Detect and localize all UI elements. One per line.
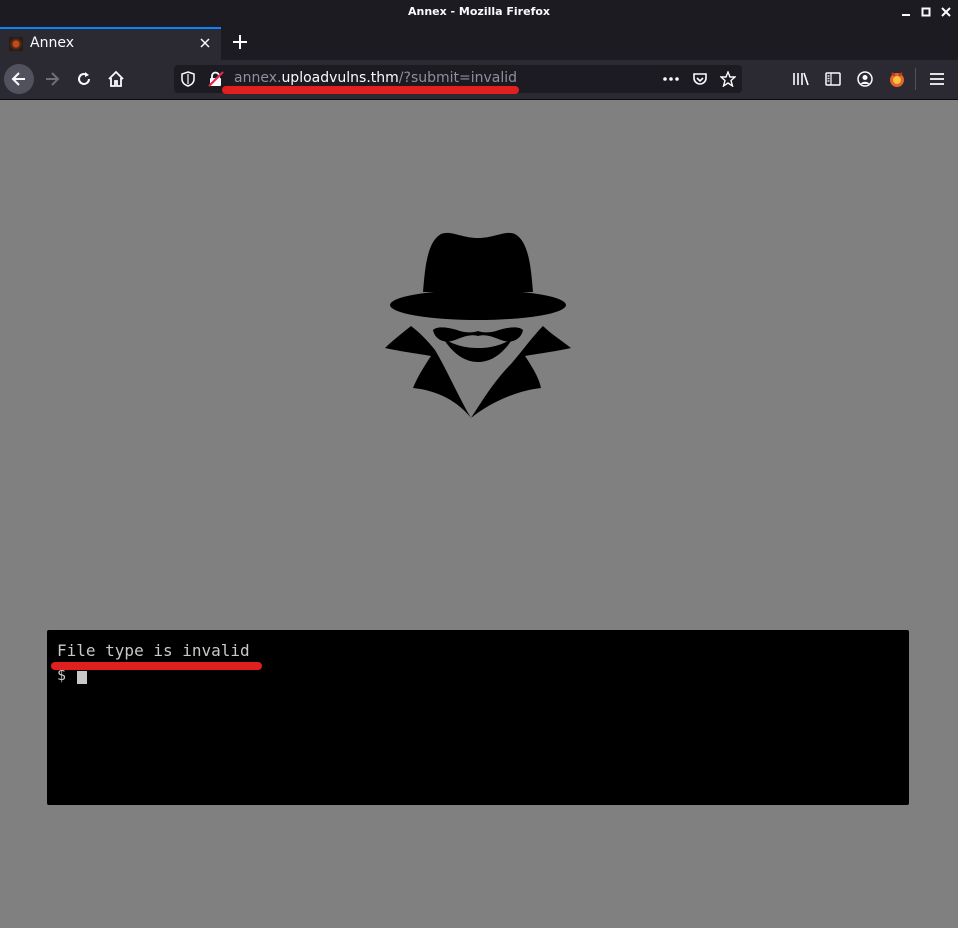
maximize-icon[interactable] [918,4,934,20]
tab-title: Annex [30,35,74,51]
url-path: /?submit=invalid [398,70,518,86]
reload-button[interactable] [69,64,99,94]
sidebar-icon[interactable] [824,70,842,88]
window-close-icon[interactable] [938,4,954,20]
tab-annex[interactable]: Annex [0,27,221,60]
url-host: uploadvulns.thm [281,70,399,86]
navigation-toolbar: annex.uploadvulns.thm/?submit=invalid [0,60,958,100]
account-icon[interactable] [856,70,874,88]
back-button[interactable] [4,64,34,94]
message-annotation-underline [51,662,262,670]
error-message: File type is invalid [57,641,250,660]
star-icon[interactable] [719,70,737,88]
home-icon [108,70,124,87]
minimize-icon[interactable] [898,4,914,20]
more-horizontal-icon[interactable] [662,71,680,87]
broken-lock-icon[interactable] [208,71,224,87]
home-button[interactable] [101,64,131,94]
extension-icon[interactable] [887,69,907,89]
toolbar-divider [915,68,916,90]
url-text[interactable]: annex.uploadvulns.thm/?submit=invalid [234,70,517,86]
arrow-left-icon [11,72,25,86]
spy-logo-icon [383,230,573,420]
window-title: Annex - Mozilla Firefox [407,5,551,18]
url-subdomain: annex. [234,70,282,86]
reload-icon [78,72,90,85]
hamburger-menu-icon[interactable] [928,70,946,88]
shield-icon[interactable] [180,71,196,87]
favicon-icon [9,37,23,51]
library-icon[interactable] [792,70,810,88]
arrow-right-icon [46,72,60,86]
url-annotation-underline [222,86,519,94]
forward-button[interactable] [37,64,67,94]
window-titlebar: Annex - Mozilla Firefox [0,0,958,26]
tab-close-icon[interactable] [197,35,213,51]
tab-strip: Annex [0,26,958,60]
terminal-cursor [77,671,87,684]
pocket-icon[interactable] [691,70,709,88]
new-tab-icon[interactable] [230,32,250,52]
terminal-output: File type is invalid $ [47,630,909,805]
